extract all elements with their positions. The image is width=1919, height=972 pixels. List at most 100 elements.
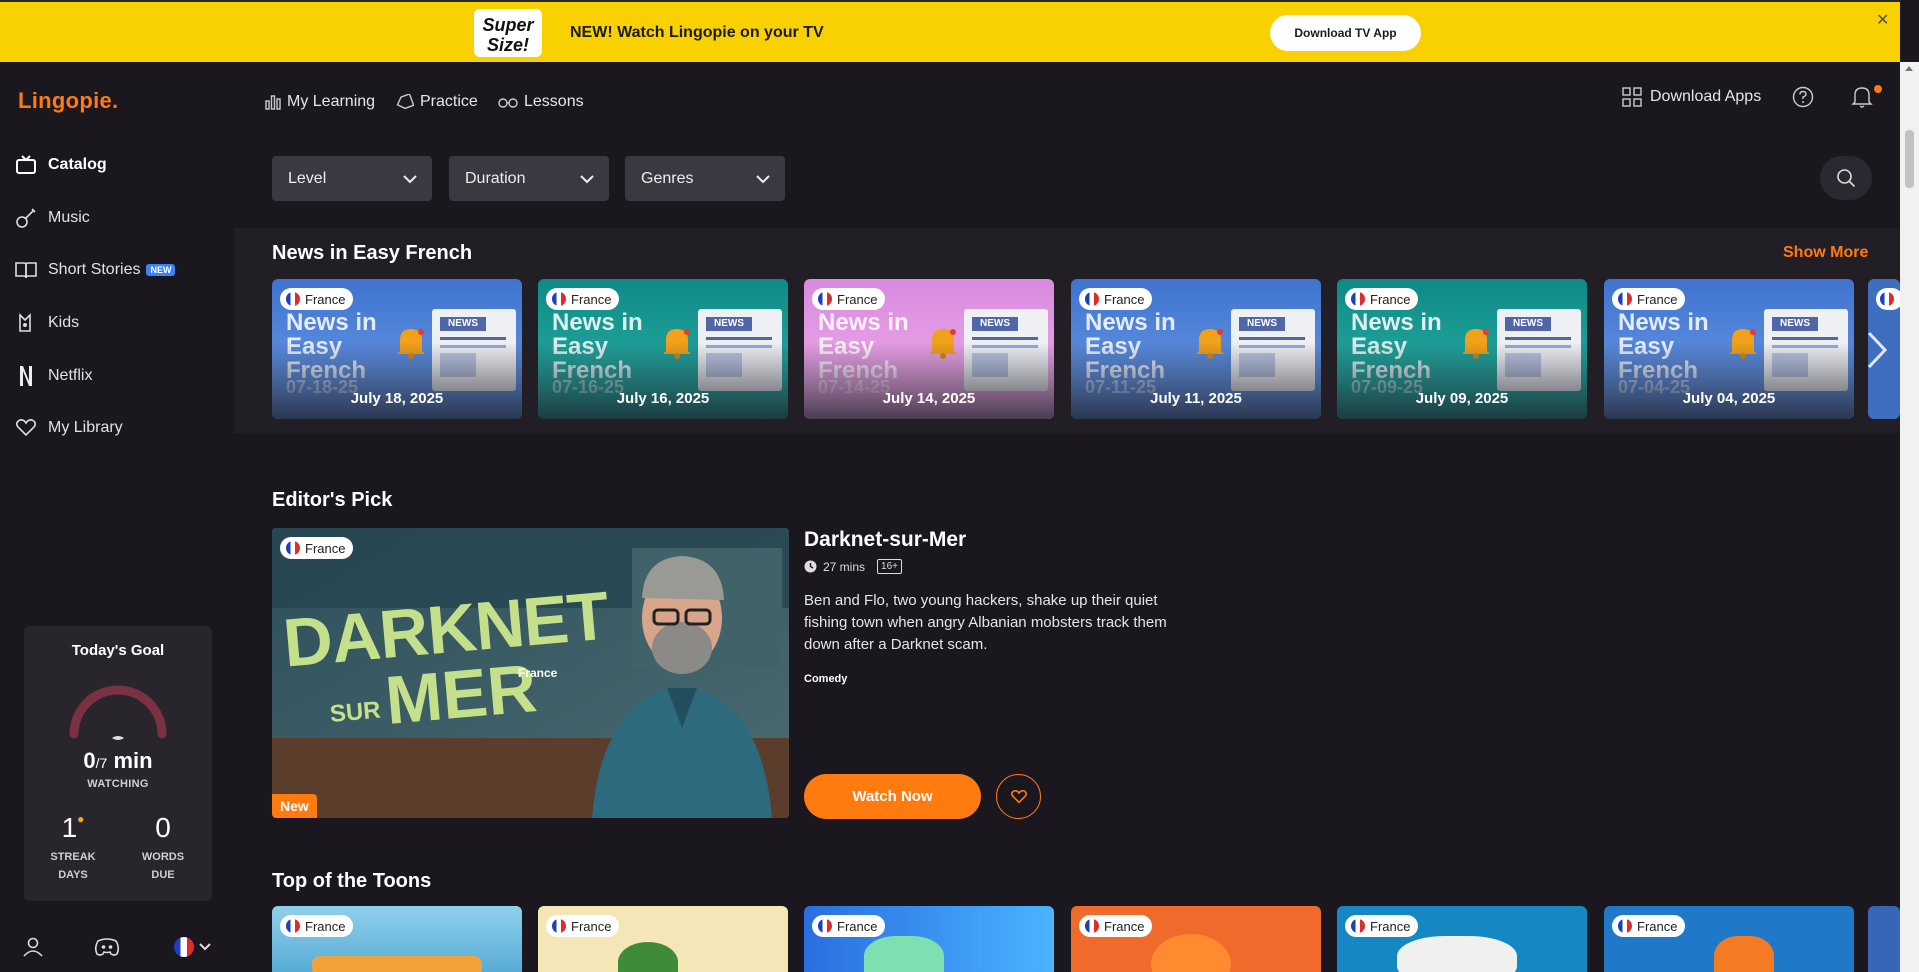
france-flag-icon [286,541,300,555]
show-more-link[interactable]: Show More [1783,244,1868,262]
sidebar-item-catalog[interactable]: Catalog [14,150,214,180]
goal-minutes: 0/7 min [24,748,212,774]
sidebar-item-netflix[interactable]: Netflix [14,361,214,391]
toon-card[interactable]: France [538,906,788,972]
chart-icon [265,95,281,110]
card-shade [1071,342,1321,419]
france-flag-icon [1618,919,1632,933]
country-badge: France [1612,915,1686,937]
toon-card-partial[interactable] [1868,906,1900,972]
country-badge-wrapper: France [272,528,392,568]
news-card[interactable]: News in Easy French07-16-25NEWSFranceJul… [538,279,788,419]
level-filter-label: Level [288,169,327,187]
fire-icon: ● [77,812,85,826]
news-card[interactable]: News in Easy French07-14-25NEWSFranceJul… [804,279,1054,419]
news-card-date: July 11, 2025 [1150,390,1242,407]
toon-card[interactable]: France [1604,906,1854,972]
thumb-news-label: NEWS [440,317,486,331]
france-flag-icon [1880,292,1894,306]
toon-artwork [1397,936,1517,972]
country-badge: France [1612,288,1686,310]
france-flag-icon [286,919,300,933]
sidebar-item-label: Catalog [48,156,107,173]
netflix-icon [14,364,38,388]
discord-button[interactable] [94,932,120,962]
country-label: France [1637,291,1678,307]
goal-minutes-done: 0 [83,748,96,773]
card-shade [538,342,788,419]
editors-pick-poster[interactable]: DARKNET SUR MER France France New [272,528,789,818]
toon-card[interactable]: France [804,906,1054,972]
search-button[interactable] [1820,156,1872,200]
sidebar-item-music[interactable]: Music [14,203,214,233]
news-card[interactable]: News in Easy French07-11-25NEWSFranceJul… [1071,279,1321,419]
news-card[interactable]: News in Easy French07-18-25NEWSFranceJul… [272,279,522,419]
sidebar-item-label: Kids [48,314,80,331]
duration-filter[interactable]: Duration [449,156,609,201]
sidebar-item-short-stories[interactable]: Short Stories NEW [14,255,214,285]
carousel-next-button[interactable] [1866,330,1888,375]
todays-goal-panel: Today's Goal 0/7 min WATCHING 1● STREAK D… [24,626,212,901]
glasses-icon [498,98,518,108]
card-shade [272,342,522,419]
chevron-down-icon [403,174,417,183]
nav-lessons-label: Lessons [524,93,584,110]
country-label: France [1637,918,1678,934]
profile-button[interactable] [22,932,44,962]
language-selector[interactable] [174,932,212,962]
watch-now-button[interactable]: Watch Now [804,774,981,819]
close-icon[interactable]: ✕ [1876,10,1889,30]
country-label: France [1370,291,1411,307]
scroll-up-icon[interactable] [1905,66,1913,71]
poster-channel-logo: France [518,666,558,680]
help-button[interactable] [1792,84,1814,110]
france-flag-icon [174,937,194,957]
lingopie-logo[interactable]: Lingopie. [18,88,118,114]
heart-icon [14,416,38,440]
poster-title: DARKNET SUR MER [280,578,611,743]
news-card[interactable]: News in Easy French07-09-25NEWSFranceJul… [1337,279,1587,419]
download-apps-button[interactable]: Download Apps [1622,84,1761,110]
genres-filter[interactable]: Genres [625,156,785,201]
grid-icon [1622,87,1642,107]
page-scrollbar[interactable] [1900,62,1919,972]
show-meta: 27 mins 16+ [804,559,902,574]
promo-banner: Super Size! NEW! Watch Lingopie on your … [0,0,1900,62]
nav-practice[interactable]: Practice [396,90,478,114]
words-due-stat: 0 WORDS DUE [128,812,198,884]
sidebar-item-label: Netflix [48,367,93,384]
toon-card[interactable]: France [1337,906,1587,972]
poster-title-line2: SUR [328,696,382,728]
sidebar: Lingopie. Catalog Music Short Stories NE… [0,62,234,972]
add-to-library-button[interactable] [996,774,1041,819]
card-shade [1337,342,1587,419]
show-title[interactable]: Darknet-sur-Mer [804,528,966,552]
toon-card[interactable]: France [272,906,522,972]
card-shade [804,342,1054,419]
country-badge: France [1345,288,1419,310]
level-filter[interactable]: Level [272,156,432,201]
scrollbar-thumb[interactable] [1905,130,1914,188]
nav-lessons[interactable]: Lessons [498,90,584,114]
sidebar-item-kids[interactable]: Kids [14,308,214,338]
sidebar-item-my-library[interactable]: My Library [14,413,214,443]
nav-my-learning[interactable]: My Learning [265,90,375,114]
news-card[interactable]: News in Easy French07-04-25NEWSFranceJul… [1604,279,1854,419]
tag-icon [396,94,414,110]
news-card-date: July 04, 2025 [1682,390,1776,407]
tv-icon [14,153,38,177]
goal-gauge [68,676,168,749]
country-badge: France [546,915,620,937]
toon-card[interactable]: France [1071,906,1321,972]
streak-stat: 1● STREAK DAYS [38,812,108,884]
thumb-news-label: NEWS [972,317,1018,331]
thumb-news-label: NEWS [1239,317,1285,331]
show-duration: 27 mins [823,559,866,574]
nav-practice-label: Practice [420,93,478,110]
country-badge-wrapper: France [272,906,392,946]
streak-label: STREAK [50,851,96,863]
country-badge [1876,288,1900,310]
download-tv-app-button[interactable]: Download TV App [1270,15,1421,51]
country-label: France [571,291,612,307]
notifications-button[interactable] [1851,84,1873,110]
